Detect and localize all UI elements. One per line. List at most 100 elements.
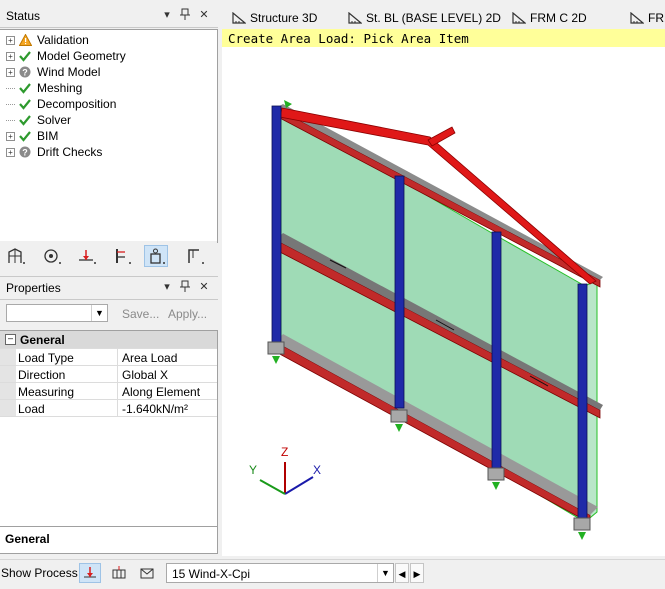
ruler-triangle-icon xyxy=(630,12,644,24)
expand-icon[interactable]: + xyxy=(6,147,15,157)
column-divider xyxy=(117,366,118,382)
status-item-validation[interactable]: + Validation xyxy=(6,32,89,48)
warning-icon xyxy=(18,33,32,47)
property-row[interactable]: Load Type Area Load xyxy=(0,349,217,366)
status-item-label: Solver xyxy=(37,113,72,127)
load-case-dropdown[interactable]: 15 Wind-X-Cpi ▼ xyxy=(166,563,394,583)
status-item-label: Meshing xyxy=(37,81,83,95)
axis-triad xyxy=(259,462,314,495)
previous-load-case-button[interactable]: ◀ xyxy=(395,563,409,583)
svg-text:?: ? xyxy=(22,68,28,78)
checkmark-icon xyxy=(18,49,32,63)
chevron-down-icon[interactable]: ▼ xyxy=(377,564,393,582)
column-4 xyxy=(577,283,588,521)
load-icon[interactable] xyxy=(75,245,99,267)
expand-icon[interactable]: + xyxy=(6,51,15,61)
property-description-title: General xyxy=(5,532,50,546)
status-item-label: Validation xyxy=(37,33,89,47)
row-gutter xyxy=(0,366,16,382)
column-3 xyxy=(491,231,502,469)
wind-icon[interactable] xyxy=(40,245,64,267)
property-key: Direction xyxy=(18,368,66,382)
panel-dropdown-button[interactable]: ▾ xyxy=(160,280,174,294)
support-2 xyxy=(390,409,408,432)
properties-panel-header: Properties ▾ ✕ xyxy=(0,276,218,300)
chevron-down-icon[interactable]: ▼ xyxy=(91,305,107,321)
status-item-label: Decomposition xyxy=(37,97,117,111)
close-icon[interactable]: ✕ xyxy=(197,280,211,294)
status-item-solver[interactable]: Solver xyxy=(6,112,71,128)
ruler-triangle-icon xyxy=(512,12,526,24)
property-value[interactable]: Area Load xyxy=(122,351,177,365)
status-item-wind-model[interactable]: +? Wind Model xyxy=(6,64,100,80)
tab-label: FRM C 2D xyxy=(530,11,587,25)
property-selector-dropdown[interactable]: ▼ xyxy=(6,304,108,322)
expand-icon[interactable]: + xyxy=(6,131,15,141)
svg-text:?: ? xyxy=(22,148,28,158)
status-tree: + Validation + Model Geometry +? Wind Model Me… xyxy=(0,29,218,243)
brace-stub xyxy=(427,126,456,147)
tab-frm-c-2d[interactable]: FRM C 2D xyxy=(512,9,587,27)
expand-icon[interactable]: + xyxy=(6,67,15,77)
axis-x-label: X xyxy=(313,463,322,477)
property-value[interactable]: -1.640kN/m² xyxy=(122,402,188,416)
property-group-header[interactable]: – General xyxy=(0,331,217,349)
support-icon[interactable] xyxy=(183,245,207,267)
pin-icon[interactable] xyxy=(178,8,192,22)
checkmark-icon xyxy=(18,113,32,127)
tree-connector xyxy=(6,119,15,121)
status-item-meshing[interactable]: Meshing xyxy=(6,80,82,96)
support-1 xyxy=(267,341,285,364)
expand-icon[interactable]: + xyxy=(6,35,15,45)
question-icon: ? xyxy=(18,65,32,79)
property-key: Load xyxy=(18,402,45,416)
property-row[interactable]: Load -1.640kN/m² xyxy=(0,400,217,417)
ruler-triangle-icon xyxy=(348,12,362,24)
column-divider xyxy=(117,349,118,365)
axis-y-label: Y xyxy=(249,463,258,477)
properties-panel-title: Properties xyxy=(6,281,61,295)
status-item-label: Drift Checks xyxy=(37,145,103,159)
tab-structure-3d[interactable]: Structure 3D xyxy=(232,9,317,27)
weight-icon[interactable] xyxy=(144,245,168,267)
column-divider xyxy=(117,400,118,416)
axis-z-label: Z xyxy=(281,445,289,459)
close-icon[interactable]: ✕ xyxy=(197,8,211,22)
status-item-label: Wind Model xyxy=(37,65,101,79)
status-item-bim[interactable]: + BIM xyxy=(6,128,58,144)
load-case-value: 15 Wind-X-Cpi xyxy=(172,567,251,581)
save-button[interactable]: Save... xyxy=(122,307,159,321)
status-item-decomposition[interactable]: Decomposition xyxy=(6,96,116,112)
tab-label: Structure 3D xyxy=(250,11,318,25)
show-process-label[interactable]: Show Process xyxy=(1,566,78,580)
tab-st-bl-base-level-2d[interactable]: St. BL (BASE LEVEL) 2D xyxy=(348,9,501,27)
next-load-case-button[interactable]: ▶ xyxy=(410,563,424,583)
member-icon[interactable] xyxy=(110,245,134,267)
panel-dropdown-button[interactable]: ▾ xyxy=(160,8,174,22)
collapse-icon[interactable]: – xyxy=(5,334,16,345)
row-gutter xyxy=(0,383,16,399)
property-key: Load Type xyxy=(18,351,74,365)
load-grid-icon[interactable] xyxy=(108,563,130,583)
property-description: General xyxy=(0,526,218,554)
pin-icon[interactable] xyxy=(178,280,192,294)
property-value[interactable]: Along Element xyxy=(122,385,200,399)
status-item-model-geometry[interactable]: + Model Geometry xyxy=(6,48,126,64)
status-panel-title: Status xyxy=(6,9,41,23)
checkmark-icon xyxy=(18,81,32,95)
property-value[interactable]: Global X xyxy=(122,368,168,382)
frame-structure-icon[interactable] xyxy=(4,245,28,267)
structure-3d-viewport[interactable]: Create Area Load: Pick Area Item Z X Y xyxy=(222,29,665,556)
mail-icon[interactable] xyxy=(136,563,158,583)
property-row[interactable]: Measuring Along Element xyxy=(0,383,217,400)
tab-frm-4-2[interactable]: FRM 4 2 xyxy=(630,9,665,27)
row-gutter xyxy=(0,400,16,416)
tab-label: St. BL (BASE LEVEL) 2D xyxy=(366,11,501,25)
load-arrow-icon[interactable] xyxy=(79,563,101,583)
status-item-label: BIM xyxy=(37,129,59,143)
apply-button[interactable]: Apply... xyxy=(168,307,207,321)
status-item-drift-checks[interactable]: +? Drift Checks xyxy=(6,144,102,160)
structure-3d-model[interactable] xyxy=(222,29,665,556)
property-row[interactable]: Direction Global X xyxy=(0,366,217,383)
support-3 xyxy=(487,467,505,490)
